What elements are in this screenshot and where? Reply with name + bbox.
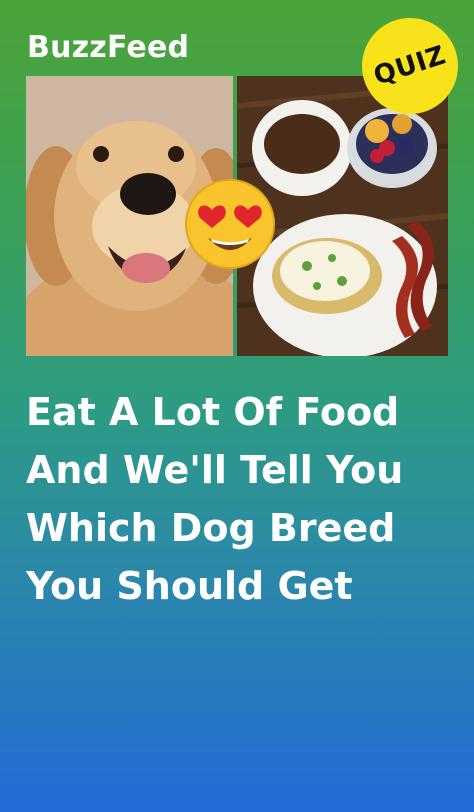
headline-line: You Should Get [26,564,353,608]
quiz-headline[interactable]: Eat A Lot Of Food And We'll Tell You Whi… [26,383,446,615]
headline-line: Which Dog Breed [26,506,396,550]
heart-eyes-emoji [184,178,276,270]
quiz-badge: QUIZ [362,18,458,114]
brand-logo[interactable]: BuzzFeed [27,30,189,65]
headline-line: Eat A Lot Of Food [26,390,400,434]
quiz-badge-label: QUIZ [370,40,450,92]
headline-line: And We'll Tell You [26,448,404,492]
